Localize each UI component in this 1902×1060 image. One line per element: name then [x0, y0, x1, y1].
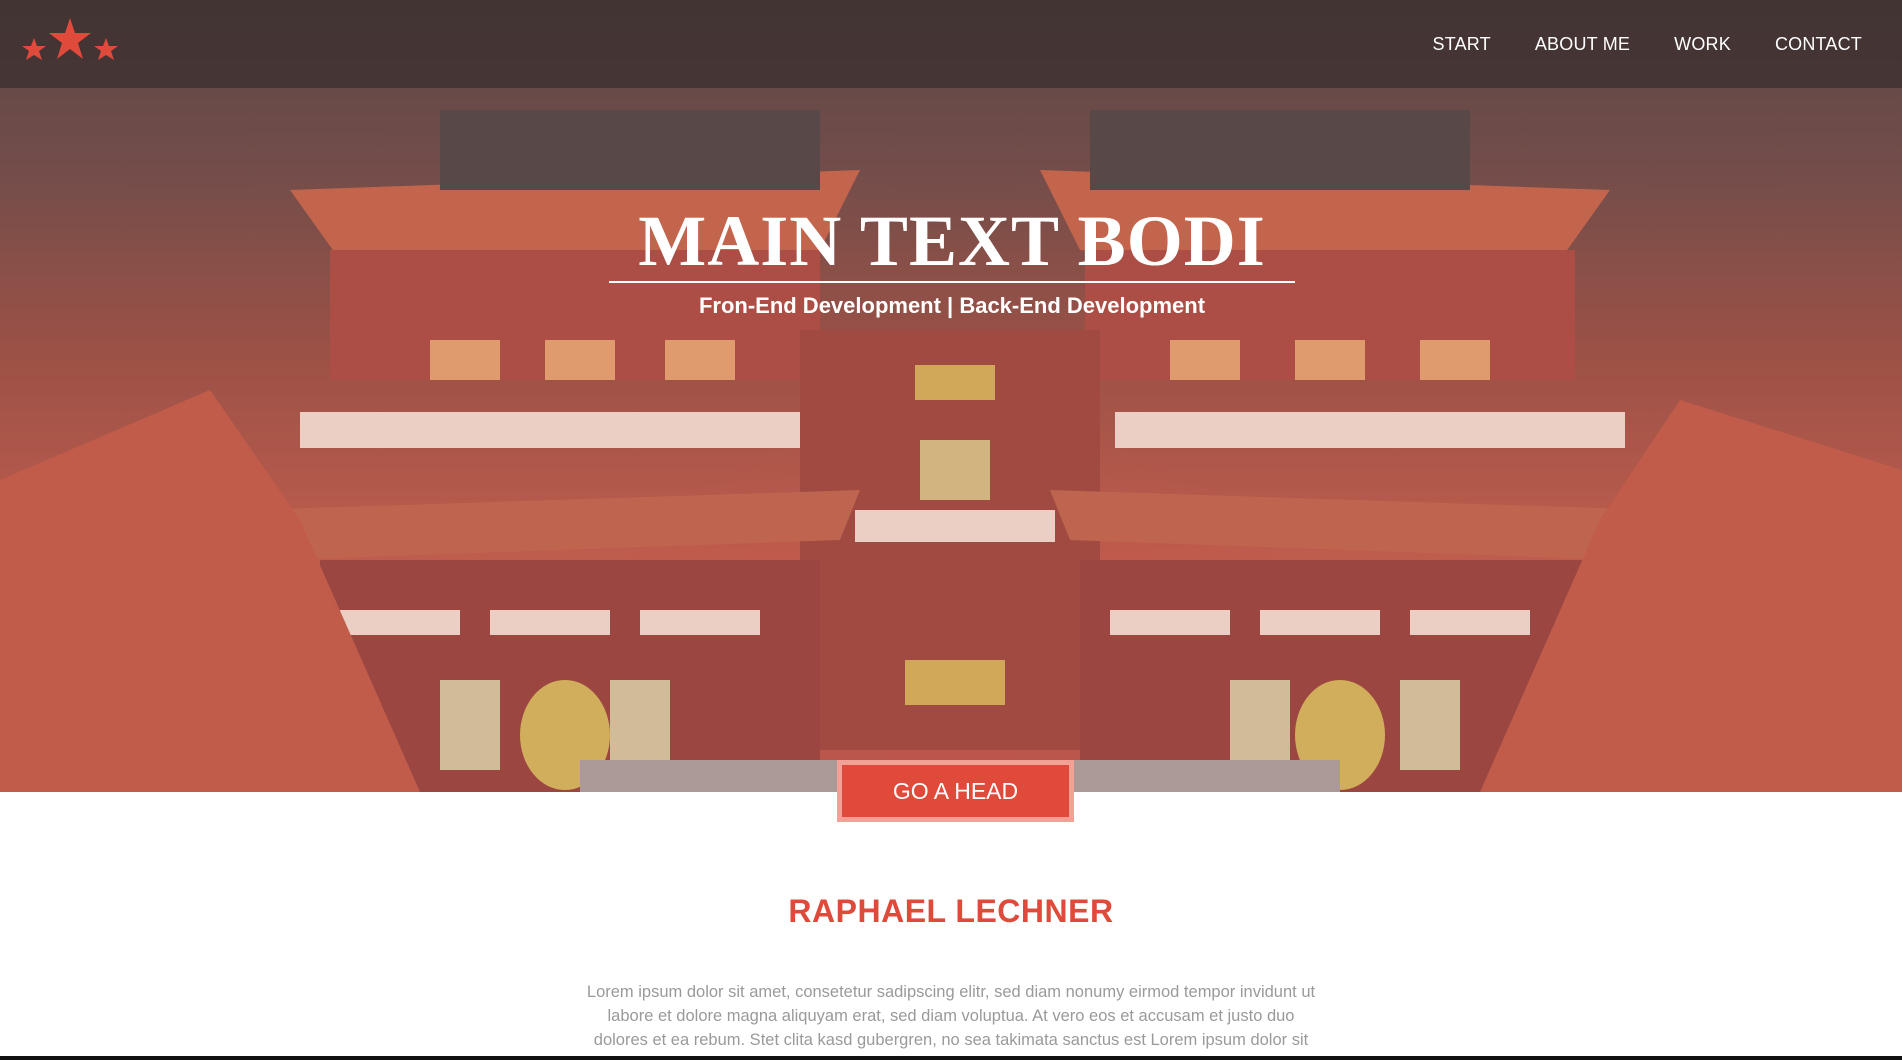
cta-frame: GO A HEAD: [837, 760, 1074, 822]
top-navigation-bar: START ABOUT ME WORK CONTACT: [0, 0, 1902, 88]
hero-divider: [609, 281, 1295, 283]
hero-section: [0, 0, 1902, 792]
about-body-text: Lorem ipsum dolor sit amet, consetetur s…: [586, 983, 1316, 1060]
main-nav: START ABOUT ME WORK CONTACT: [1433, 0, 1902, 88]
nav-start-link[interactable]: START: [1433, 34, 1491, 55]
bottom-edge-bar: [0, 1056, 1902, 1060]
hero-title: MAIN TEXT BODI: [638, 201, 1266, 281]
go-ahead-button[interactable]: GO A HEAD: [842, 765, 1069, 817]
hero-subtitle: Fron-End Development | Back-End Developm…: [698, 293, 1206, 318]
nav-work-link[interactable]: WORK: [1674, 34, 1731, 55]
about-name-heading: RAPHAEL LECHNER: [788, 893, 1114, 929]
nav-contact-link[interactable]: CONTACT: [1775, 34, 1862, 55]
three-stars-icon[interactable]: [22, 16, 118, 66]
hero-overlay: [0, 0, 1902, 792]
nav-about-me-link[interactable]: ABOUT ME: [1535, 34, 1630, 55]
